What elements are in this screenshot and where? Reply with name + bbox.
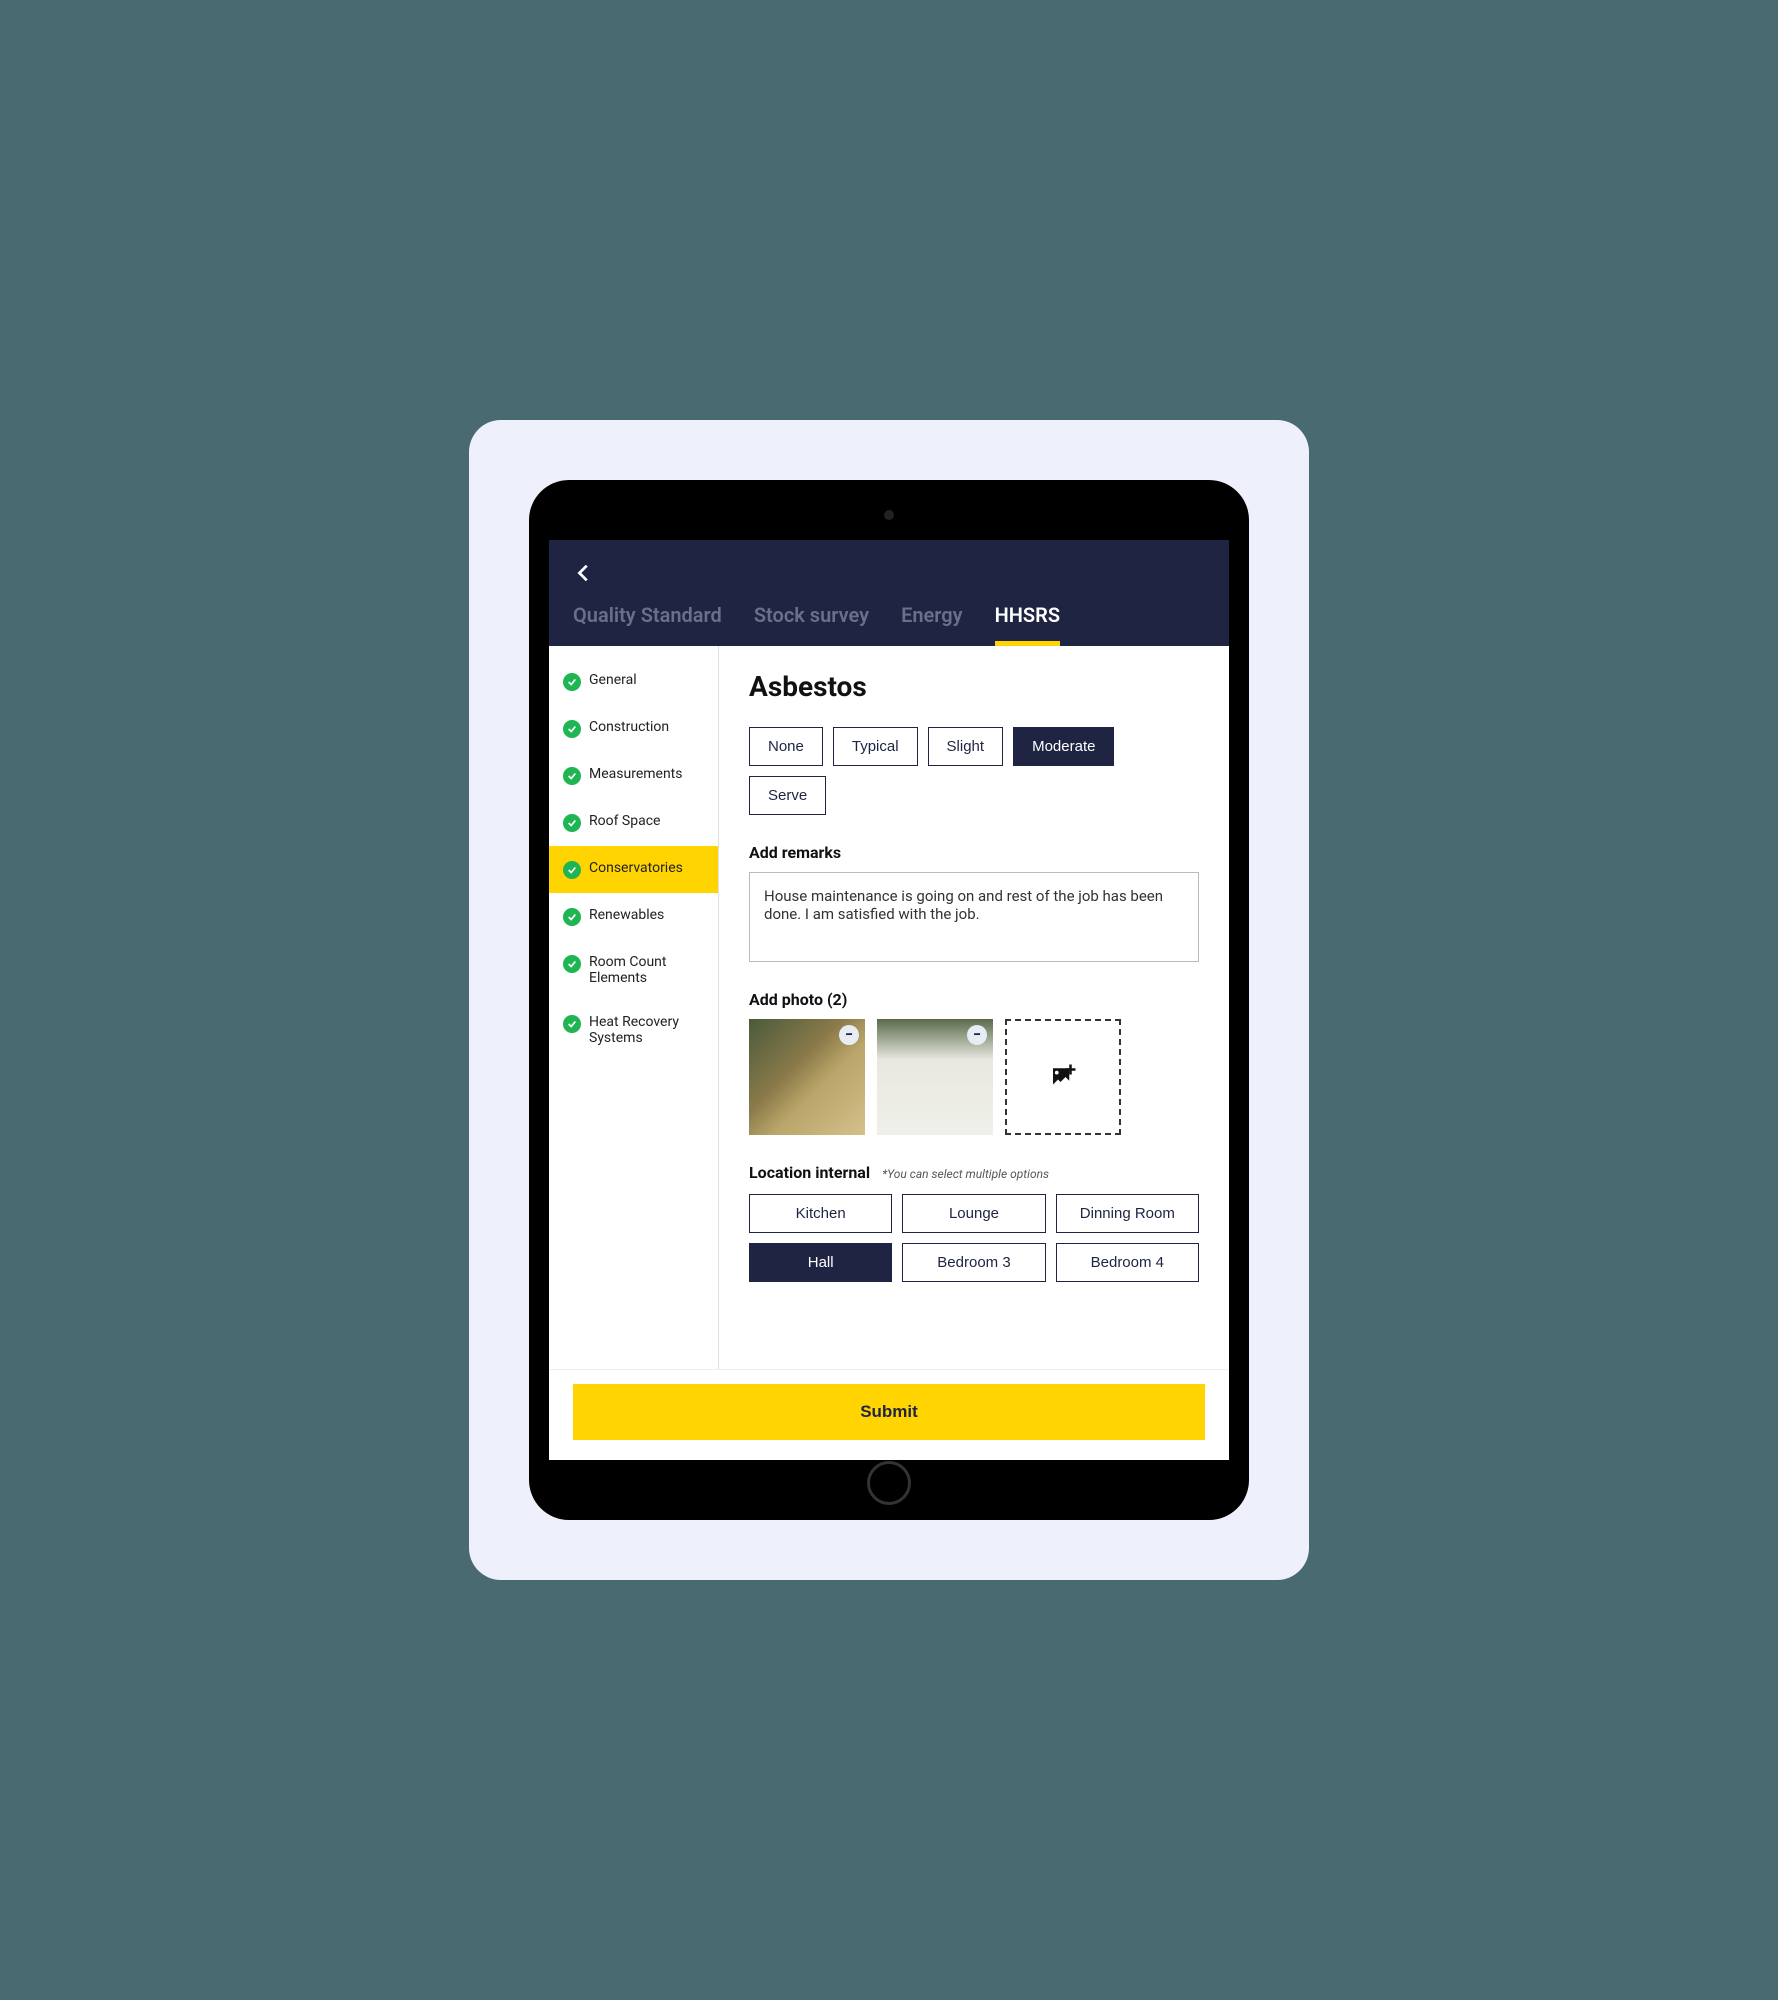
sidebar: General Construction Measurements Roof S… — [549, 646, 719, 1369]
photo-label: Add photo (2) — [749, 990, 1199, 1009]
main-panel: Asbestos None Typical Slight Moderate Se… — [719, 646, 1229, 1369]
sidebar-item-general[interactable]: General — [549, 658, 718, 705]
sidebar-item-construction[interactable]: Construction — [549, 705, 718, 752]
remarks-input[interactable] — [749, 872, 1199, 962]
check-icon — [563, 814, 581, 832]
tablet-home-button[interactable] — [867, 1461, 911, 1505]
add-image-icon — [1048, 1062, 1078, 1092]
submit-button[interactable]: Submit — [573, 1384, 1205, 1440]
check-icon — [563, 908, 581, 926]
app-body: General Construction Measurements Roof S… — [549, 646, 1229, 1369]
location-bedroom-3[interactable]: Bedroom 3 — [902, 1243, 1045, 1282]
add-photo-button[interactable] — [1005, 1019, 1121, 1135]
footer: Submit — [549, 1369, 1229, 1460]
sidebar-item-label: Roof Space — [589, 813, 660, 829]
location-header: Location internal *You can select multip… — [749, 1163, 1199, 1182]
location-hint: *You can select multiple options — [882, 1167, 1049, 1181]
location-dinning-room[interactable]: Dinning Room — [1056, 1194, 1199, 1233]
app-header: Quality Standard Stock survey Energy HHS… — [549, 540, 1229, 646]
check-icon — [563, 767, 581, 785]
section-title: Asbestos — [749, 670, 1199, 703]
sidebar-item-conservatories[interactable]: Conservatories — [549, 846, 718, 893]
sidebar-item-label: Room Count Elements — [589, 954, 704, 986]
check-icon — [563, 673, 581, 691]
severity-typical[interactable]: Typical — [833, 727, 918, 766]
tab-hhsrs[interactable]: HHSRS — [995, 603, 1060, 646]
photo-thumbnail-2[interactable]: − — [877, 1019, 993, 1135]
severity-options: None Typical Slight Moderate Serve — [749, 727, 1199, 815]
sidebar-item-label: Heat Recovery Systems — [589, 1014, 704, 1046]
sidebar-item-label: Renewables — [589, 907, 664, 923]
remarks-label: Add remarks — [749, 843, 1199, 862]
tab-bar: Quality Standard Stock survey Energy HHS… — [573, 603, 1205, 646]
check-icon — [563, 861, 581, 879]
back-button[interactable] — [573, 558, 595, 591]
app-screen: Quality Standard Stock survey Energy HHS… — [549, 540, 1229, 1460]
sidebar-item-label: Conservatories — [589, 860, 683, 876]
tablet-frame: Quality Standard Stock survey Energy HHS… — [529, 480, 1249, 1520]
severity-serve[interactable]: Serve — [749, 776, 826, 815]
location-kitchen[interactable]: Kitchen — [749, 1194, 892, 1233]
tab-stock-survey[interactable]: Stock survey — [754, 603, 869, 646]
severity-slight[interactable]: Slight — [928, 727, 1004, 766]
remove-photo-icon[interactable]: − — [967, 1025, 987, 1045]
check-icon — [563, 1015, 581, 1033]
sidebar-item-label: General — [589, 672, 637, 688]
tab-quality-standard[interactable]: Quality Standard — [573, 603, 722, 646]
location-options: Kitchen Lounge Dinning Room Hall Bedroom… — [749, 1194, 1199, 1282]
photo-thumbnail-1[interactable]: − — [749, 1019, 865, 1135]
location-lounge[interactable]: Lounge — [902, 1194, 1045, 1233]
check-icon — [563, 720, 581, 738]
sidebar-item-heat-recovery[interactable]: Heat Recovery Systems — [549, 1000, 718, 1060]
severity-none[interactable]: None — [749, 727, 823, 766]
location-bedroom-4[interactable]: Bedroom 4 — [1056, 1243, 1199, 1282]
sidebar-item-room-count[interactable]: Room Count Elements — [549, 940, 718, 1000]
photo-row: − − — [749, 1019, 1199, 1135]
sidebar-item-label: Measurements — [589, 766, 682, 782]
remove-photo-icon[interactable]: − — [839, 1025, 859, 1045]
location-hall[interactable]: Hall — [749, 1243, 892, 1282]
severity-moderate[interactable]: Moderate — [1013, 727, 1114, 766]
location-label: Location internal — [749, 1163, 870, 1182]
sidebar-item-renewables[interactable]: Renewables — [549, 893, 718, 940]
sidebar-item-measurements[interactable]: Measurements — [549, 752, 718, 799]
tablet-camera — [884, 510, 894, 520]
check-icon — [563, 955, 581, 973]
sidebar-item-label: Construction — [589, 719, 669, 735]
sidebar-item-roof-space[interactable]: Roof Space — [549, 799, 718, 846]
tab-energy[interactable]: Energy — [901, 603, 963, 646]
